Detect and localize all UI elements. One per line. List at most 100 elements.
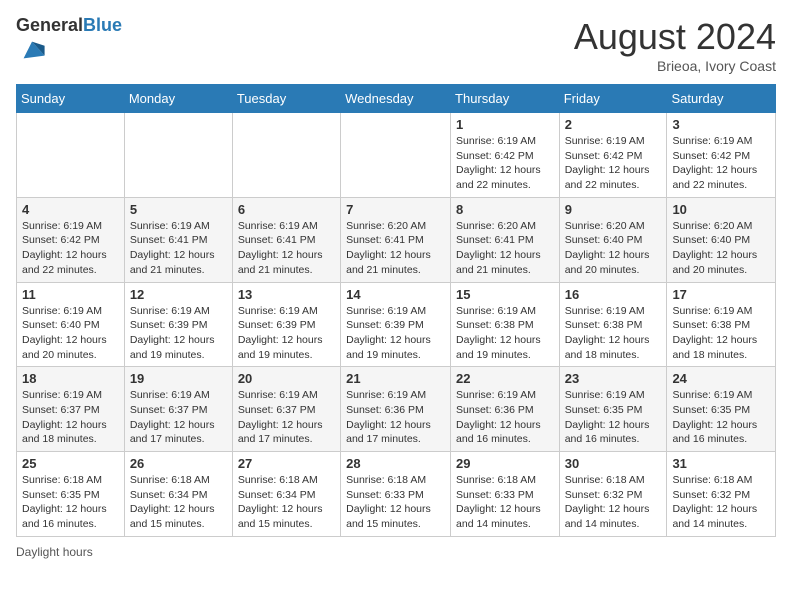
calendar-cell: 19 Sunrise: 6:19 AM Sunset: 6:37 PM Dayli… <box>124 367 232 452</box>
day-info: Sunrise: 6:19 AM Sunset: 6:39 PM Dayligh… <box>346 304 445 363</box>
page-header: GeneralBlue August 2024 Brieoa, Ivory Co… <box>16 16 776 74</box>
day-info: Sunrise: 6:20 AM Sunset: 6:40 PM Dayligh… <box>565 219 662 278</box>
logo-blue: Blue <box>83 15 122 35</box>
day-info: Sunrise: 6:19 AM Sunset: 6:37 PM Dayligh… <box>130 388 227 447</box>
calendar-week-row: 4Sunrise: 6:19 AM Sunset: 6:42 PM Daylig… <box>17 197 776 282</box>
calendar-cell: 22 Sunrise: 6:19 AM Sunset: 6:36 PM Dayli… <box>451 367 560 452</box>
day-header-tuesday: Tuesday <box>232 85 340 113</box>
day-header-sunday: Sunday <box>17 85 125 113</box>
calendar-cell: 27Sunrise: 6:18 AM Sunset: 6:34 PM Dayli… <box>232 452 340 537</box>
calendar-cell: 13 Sunrise: 6:19 AM Sunset: 6:39 PM Dayli… <box>232 282 340 367</box>
calendar-cell: 21 Sunrise: 6:19 AM Sunset: 6:36 PM Dayli… <box>341 367 451 452</box>
calendar-footer: Daylight hours <box>16 545 776 559</box>
calendar-cell: 24 Sunrise: 6:19 AM Sunset: 6:35 PM Dayli… <box>667 367 776 452</box>
calendar-cell: 6 Sunrise: 6:19 AM Sunset: 6:41 PM Daylig… <box>232 197 340 282</box>
calendar-cell: 14 Sunrise: 6:19 AM Sunset: 6:39 PM Dayli… <box>341 282 451 367</box>
day-number: 19 <box>130 371 227 386</box>
day-info: Sunrise: 6:19 AM Sunset: 6:42 PM Dayligh… <box>565 134 662 193</box>
day-number: 9 <box>565 202 662 217</box>
day-info: Sunrise: 6:19 AM Sunset: 6:41 PM Dayligh… <box>130 219 227 278</box>
day-info: Sunrise: 6:18 AM Sunset: 6:32 PM Dayligh… <box>565 473 662 532</box>
day-number: 15 <box>456 287 554 302</box>
day-number: 22 <box>456 371 554 386</box>
day-info: Sunrise: 6:19 AM Sunset: 6:38 PM Dayligh… <box>565 304 662 363</box>
calendar-cell: 30Sunrise: 6:18 AM Sunset: 6:32 PM Dayli… <box>559 452 667 537</box>
day-info: Sunrise: 6:19 AM Sunset: 6:39 PM Dayligh… <box>238 304 335 363</box>
day-number: 29 <box>456 456 554 471</box>
day-number: 12 <box>130 287 227 302</box>
calendar-week-row: 25Sunrise: 6:18 AM Sunset: 6:35 PM Dayli… <box>17 452 776 537</box>
day-info: Sunrise: 6:19 AM Sunset: 6:37 PM Dayligh… <box>238 388 335 447</box>
day-number: 8 <box>456 202 554 217</box>
day-info: Sunrise: 6:19 AM Sunset: 6:36 PM Dayligh… <box>456 388 554 447</box>
day-info: Sunrise: 6:19 AM Sunset: 6:38 PM Dayligh… <box>456 304 554 363</box>
day-number: 14 <box>346 287 445 302</box>
day-header-wednesday: Wednesday <box>341 85 451 113</box>
day-info: Sunrise: 6:20 AM Sunset: 6:41 PM Dayligh… <box>456 219 554 278</box>
day-info: Sunrise: 6:18 AM Sunset: 6:35 PM Dayligh… <box>22 473 119 532</box>
calendar-header-row: SundayMondayTuesdayWednesdayThursdayFrid… <box>17 85 776 113</box>
day-number: 11 <box>22 287 119 302</box>
calendar-cell: 15 Sunrise: 6:19 AM Sunset: 6:38 PM Dayli… <box>451 282 560 367</box>
day-info: Sunrise: 6:18 AM Sunset: 6:32 PM Dayligh… <box>672 473 770 532</box>
calendar-cell: 9 Sunrise: 6:20 AM Sunset: 6:40 PM Daylig… <box>559 197 667 282</box>
day-info: Sunrise: 6:19 AM Sunset: 6:35 PM Dayligh… <box>672 388 770 447</box>
calendar-cell: 20 Sunrise: 6:19 AM Sunset: 6:37 PM Dayli… <box>232 367 340 452</box>
calendar-week-row: 11 Sunrise: 6:19 AM Sunset: 6:40 PM Dayli… <box>17 282 776 367</box>
day-info: Sunrise: 6:19 AM Sunset: 6:36 PM Dayligh… <box>346 388 445 447</box>
daylight-label: Daylight hours <box>16 545 93 559</box>
day-number: 16 <box>565 287 662 302</box>
calendar-cell <box>124 113 232 198</box>
calendar-cell <box>232 113 340 198</box>
day-number: 24 <box>672 371 770 386</box>
calendar-week-row: 18 Sunrise: 6:19 AM Sunset: 6:37 PM Dayli… <box>17 367 776 452</box>
day-number: 10 <box>672 202 770 217</box>
logo-general: General <box>16 15 83 35</box>
calendar-cell: 16 Sunrise: 6:19 AM Sunset: 6:38 PM Dayli… <box>559 282 667 367</box>
day-info: Sunrise: 6:18 AM Sunset: 6:33 PM Dayligh… <box>456 473 554 532</box>
title-block: August 2024 Brieoa, Ivory Coast <box>574 16 776 74</box>
calendar-cell: 10 Sunrise: 6:20 AM Sunset: 6:40 PM Dayli… <box>667 197 776 282</box>
day-number: 27 <box>238 456 335 471</box>
logo-icon <box>18 36 46 64</box>
day-number: 28 <box>346 456 445 471</box>
day-info: Sunrise: 6:19 AM Sunset: 6:42 PM Dayligh… <box>456 134 554 193</box>
day-info: Sunrise: 6:20 AM Sunset: 6:40 PM Dayligh… <box>672 219 770 278</box>
calendar-cell: 28Sunrise: 6:18 AM Sunset: 6:33 PM Dayli… <box>341 452 451 537</box>
day-header-thursday: Thursday <box>451 85 560 113</box>
day-number: 18 <box>22 371 119 386</box>
day-info: Sunrise: 6:19 AM Sunset: 6:42 PM Dayligh… <box>672 134 770 193</box>
calendar-cell: 2Sunrise: 6:19 AM Sunset: 6:42 PM Daylig… <box>559 113 667 198</box>
calendar-cell: 12Sunrise: 6:19 AM Sunset: 6:39 PM Dayli… <box>124 282 232 367</box>
calendar-cell: 1 Sunrise: 6:19 AM Sunset: 6:42 PM Daylig… <box>451 113 560 198</box>
calendar-table: SundayMondayTuesdayWednesdayThursdayFrid… <box>16 84 776 537</box>
calendar-cell: 11 Sunrise: 6:19 AM Sunset: 6:40 PM Dayli… <box>17 282 125 367</box>
day-number: 13 <box>238 287 335 302</box>
calendar-cell: 29 Sunrise: 6:18 AM Sunset: 6:33 PM Dayli… <box>451 452 560 537</box>
day-number: 1 <box>456 117 554 132</box>
day-info: Sunrise: 6:19 AM Sunset: 6:35 PM Dayligh… <box>565 388 662 447</box>
day-number: 23 <box>565 371 662 386</box>
day-number: 4 <box>22 202 119 217</box>
day-info: Sunrise: 6:19 AM Sunset: 6:40 PM Dayligh… <box>22 304 119 363</box>
calendar-cell <box>341 113 451 198</box>
calendar-week-row: 1 Sunrise: 6:19 AM Sunset: 6:42 PM Daylig… <box>17 113 776 198</box>
calendar-cell: 17Sunrise: 6:19 AM Sunset: 6:38 PM Dayli… <box>667 282 776 367</box>
day-header-monday: Monday <box>124 85 232 113</box>
calendar-cell: 31 Sunrise: 6:18 AM Sunset: 6:32 PM Dayli… <box>667 452 776 537</box>
calendar-cell: 8 Sunrise: 6:20 AM Sunset: 6:41 PM Daylig… <box>451 197 560 282</box>
calendar-cell: 5Sunrise: 6:19 AM Sunset: 6:41 PM Daylig… <box>124 197 232 282</box>
day-header-saturday: Saturday <box>667 85 776 113</box>
day-number: 6 <box>238 202 335 217</box>
day-info: Sunrise: 6:19 AM Sunset: 6:41 PM Dayligh… <box>238 219 335 278</box>
day-number: 31 <box>672 456 770 471</box>
day-info: Sunrise: 6:20 AM Sunset: 6:41 PM Dayligh… <box>346 219 445 278</box>
location-subtitle: Brieoa, Ivory Coast <box>574 58 776 74</box>
day-number: 26 <box>130 456 227 471</box>
day-number: 20 <box>238 371 335 386</box>
day-header-friday: Friday <box>559 85 667 113</box>
calendar-cell: 18Sunrise: 6:19 AM Sunset: 6:37 PM Dayli… <box>17 367 125 452</box>
calendar-cell: 7Sunrise: 6:20 AM Sunset: 6:41 PM Daylig… <box>341 197 451 282</box>
calendar-cell <box>17 113 125 198</box>
day-number: 21 <box>346 371 445 386</box>
